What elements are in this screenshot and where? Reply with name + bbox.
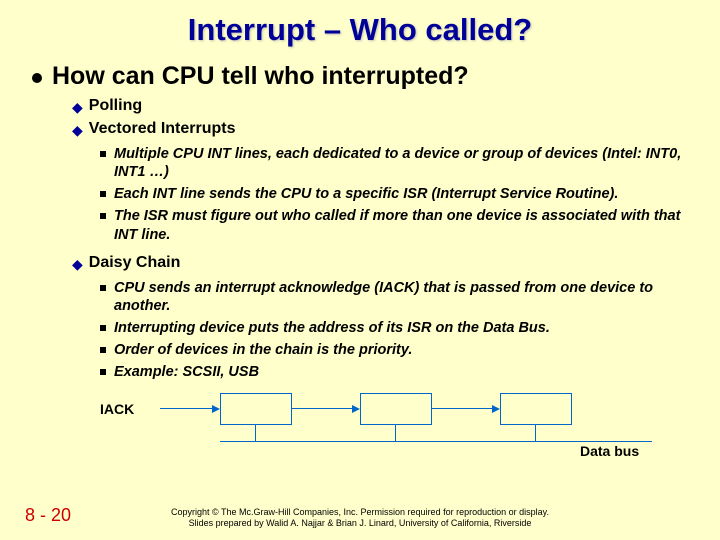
main-bullet-text: How can CPU tell who interrupted? bbox=[52, 62, 469, 91]
item-text: The ISR must figure out who called if mo… bbox=[114, 207, 690, 243]
list-item: Each INT line sends the CPU to a specifi… bbox=[100, 185, 720, 203]
sub-list: ◆ Polling ◆ Vectored Interrupts bbox=[0, 91, 720, 139]
arrow-line-icon bbox=[292, 408, 352, 409]
databus-label: Data bus bbox=[580, 443, 639, 459]
list-item: Multiple CPU INT lines, each dedicated t… bbox=[100, 145, 720, 181]
sub-item-daisy: ◆ Daisy Chain bbox=[72, 254, 720, 273]
vectored-sublist: Multiple CPU INT lines, each dedicated t… bbox=[0, 143, 720, 244]
sub-item-vectored: ◆ Vectored Interrupts bbox=[72, 120, 720, 139]
list-item: Example: SCSII, USB bbox=[100, 363, 720, 381]
arrow-head-icon bbox=[352, 405, 360, 413]
arrow-head-icon bbox=[492, 405, 500, 413]
item-text: Interrupting device puts the address of … bbox=[114, 319, 550, 337]
square-icon bbox=[100, 325, 106, 331]
list-item: Interrupting device puts the address of … bbox=[100, 319, 720, 337]
item-text: Order of devices in the chain is the pri… bbox=[114, 341, 412, 359]
square-icon bbox=[100, 369, 106, 375]
databus-line-icon bbox=[220, 441, 652, 442]
device-box bbox=[360, 393, 432, 425]
iack-label: IACK bbox=[100, 401, 134, 417]
footer: 8 - 20 Copyright © The Mc.Graw-Hill Comp… bbox=[0, 507, 720, 530]
square-icon bbox=[100, 285, 106, 291]
diamond-icon: ◆ bbox=[72, 256, 83, 273]
device-box bbox=[500, 393, 572, 425]
list-item: CPU sends an interrupt acknowledge (IACK… bbox=[100, 279, 720, 315]
sub-text: Polling bbox=[89, 97, 142, 115]
arrow-line-icon bbox=[432, 408, 492, 409]
square-icon bbox=[100, 213, 106, 219]
square-icon bbox=[100, 151, 106, 157]
connector-line-icon bbox=[535, 425, 536, 441]
list-item: Order of devices in the chain is the pri… bbox=[100, 341, 720, 359]
device-box bbox=[220, 393, 292, 425]
item-text: Example: SCSII, USB bbox=[114, 363, 259, 381]
square-icon bbox=[100, 191, 106, 197]
copyright: Copyright © The Mc.Graw-Hill Companies, … bbox=[0, 507, 720, 530]
sub-text: Daisy Chain bbox=[89, 254, 181, 272]
arrow-line-icon bbox=[160, 408, 212, 409]
copyright-line1: Copyright © The Mc.Graw-Hill Companies, … bbox=[171, 507, 549, 517]
daisy-sublist: CPU sends an interrupt acknowledge (IACK… bbox=[0, 277, 720, 382]
diamond-icon: ◆ bbox=[72, 99, 83, 116]
sub-text: Vectored Interrupts bbox=[89, 120, 236, 138]
bullet-dot-icon bbox=[32, 73, 42, 83]
item-text: Each INT line sends the CPU to a specifi… bbox=[114, 185, 618, 203]
square-icon bbox=[100, 347, 106, 353]
item-text: Multiple CPU INT lines, each dedicated t… bbox=[114, 145, 690, 181]
list-item: The ISR must figure out who called if mo… bbox=[100, 207, 720, 243]
slide-title: Interrupt – Who called? bbox=[0, 0, 720, 48]
daisy-chain-diagram: IACK Data bus bbox=[100, 393, 660, 453]
item-text: CPU sends an interrupt acknowledge (IACK… bbox=[114, 279, 690, 315]
connector-line-icon bbox=[255, 425, 256, 441]
sub-list: ◆ Daisy Chain bbox=[0, 248, 720, 273]
copyright-line2: Slides prepared by Walid A. Najjar & Bri… bbox=[189, 518, 532, 528]
diamond-icon: ◆ bbox=[72, 122, 83, 139]
arrow-head-icon bbox=[212, 405, 220, 413]
main-bullet: How can CPU tell who interrupted? bbox=[0, 48, 720, 91]
slide-number: 8 - 20 bbox=[25, 505, 71, 526]
connector-line-icon bbox=[395, 425, 396, 441]
sub-item-polling: ◆ Polling bbox=[72, 97, 720, 116]
